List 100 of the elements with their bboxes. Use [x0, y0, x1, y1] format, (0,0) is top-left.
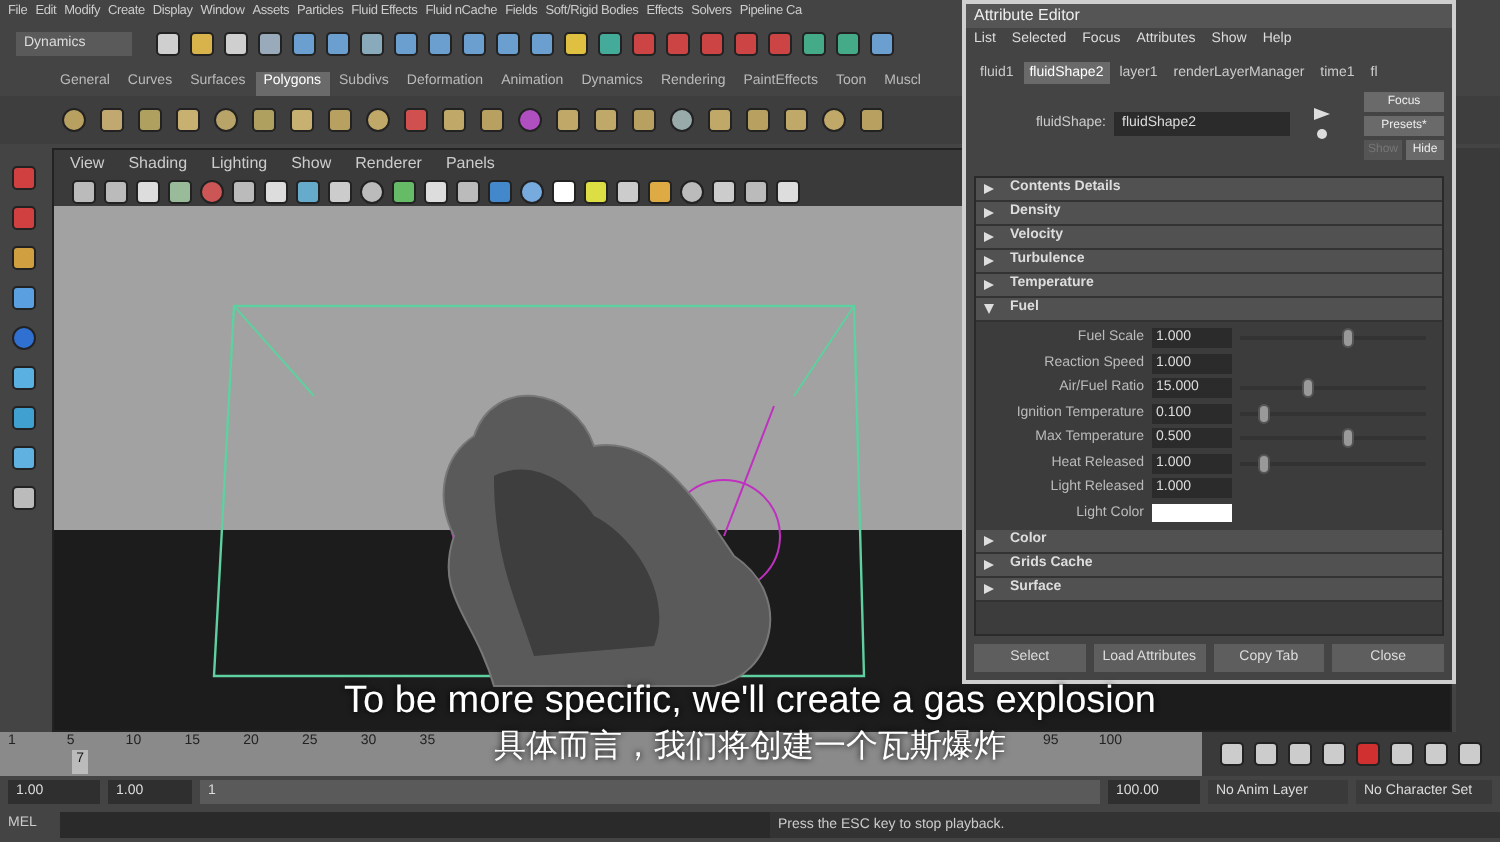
- toolbox-tool-icon[interactable]: [10, 404, 38, 432]
- shelf-tool-icon[interactable]: [60, 106, 88, 134]
- command-input[interactable]: [60, 812, 770, 838]
- viewport-tool-icon[interactable]: [422, 177, 450, 205]
- viewport-tool-icon[interactable]: [454, 177, 482, 205]
- window-title: Attribute Editor: [966, 4, 1452, 28]
- status-tool-icon[interactable]: [392, 30, 420, 58]
- collapsed-triangle-icon: [984, 584, 994, 594]
- shelf-tool-icon[interactable]: [592, 106, 620, 134]
- collapsed-triangle-icon: [984, 184, 994, 194]
- panel-menu-item[interactable]: Shading: [128, 151, 188, 175]
- shelf-tool-icon[interactable]: [250, 106, 278, 134]
- status-tool-icon[interactable]: [460, 30, 488, 58]
- playback-control-icon[interactable]: [1456, 740, 1484, 768]
- status-tool-icon[interactable]: [358, 30, 386, 58]
- viewport-tool-icon[interactable]: [70, 177, 98, 205]
- status-tool-icon[interactable]: [154, 30, 182, 58]
- viewport-tool-icon[interactable]: [710, 177, 738, 205]
- viewport-tool-icon[interactable]: [326, 177, 354, 205]
- shelf-tool-icon[interactable]: [440, 106, 468, 134]
- shelf-tool-icon[interactable]: [402, 106, 430, 134]
- dot-icon[interactable]: [1314, 128, 1330, 140]
- status-tool-icon[interactable]: [256, 30, 284, 58]
- slider-handle[interactable]: [1342, 428, 1355, 449]
- viewport-tool-icon[interactable]: [102, 177, 130, 205]
- status-tool-icon[interactable]: [188, 30, 216, 58]
- shelf-tool-icon[interactable]: [782, 106, 810, 134]
- panel-menu-item[interactable]: Renderer: [355, 151, 422, 175]
- slider-handle[interactable]: [1301, 378, 1314, 399]
- playback-control-icon[interactable]: [1218, 740, 1246, 768]
- shelf-tool-icon[interactable]: [554, 106, 582, 134]
- toolbox-tool-icon[interactable]: [10, 364, 38, 392]
- viewport-tool-icon[interactable]: [742, 177, 770, 205]
- viewport-tool-icon[interactable]: [614, 177, 642, 205]
- collapsed-triangle-icon: [984, 280, 994, 290]
- shelf-tool-icon[interactable]: [364, 106, 392, 134]
- collapsed-triangle-icon: [984, 536, 994, 546]
- viewport-tool-icon[interactable]: [774, 177, 802, 205]
- slider-handle[interactable]: [1258, 453, 1271, 474]
- shelf-tool-icon[interactable]: [326, 106, 354, 134]
- status-tool-icon[interactable]: [426, 30, 454, 58]
- viewport-tool-icon[interactable]: [646, 177, 674, 205]
- status-tool-icon[interactable]: [324, 30, 352, 58]
- viewport-tool-icon[interactable]: [518, 177, 546, 205]
- status-tool-icon[interactable]: [222, 30, 250, 58]
- shelf-tool-icon[interactable]: [98, 106, 126, 134]
- color-swatch[interactable]: [1152, 504, 1232, 523]
- playback-control-icon[interactable]: [1320, 740, 1348, 768]
- status-tool-icon[interactable]: [290, 30, 318, 58]
- status-tool-icon[interactable]: [528, 30, 556, 58]
- toolbox-tool-icon[interactable]: [10, 484, 38, 512]
- status-tool-icon[interactable]: [800, 30, 828, 58]
- shelf-tool-icon[interactable]: [212, 106, 240, 134]
- panel-menu-item[interactable]: Show: [291, 151, 332, 175]
- toolbox-tool-icon[interactable]: [10, 284, 38, 312]
- panel-menu-item[interactable]: Lighting: [211, 151, 268, 175]
- viewport-tool-icon[interactable]: [678, 177, 706, 205]
- viewport-tool-icon[interactable]: [262, 177, 290, 205]
- viewport-tool-icon[interactable]: [358, 177, 386, 205]
- shelf-tool-icon[interactable]: [858, 106, 886, 134]
- shelf-tool-icon[interactable]: [516, 106, 544, 134]
- viewport-tool-icon[interactable]: [294, 177, 322, 205]
- playback-control-icon[interactable]: [1388, 740, 1416, 768]
- playback-control-icon[interactable]: [1252, 740, 1280, 768]
- status-tool-icon[interactable]: [834, 30, 862, 58]
- shelf-tool-icon[interactable]: [478, 106, 506, 134]
- toolbox-tool-icon[interactable]: [10, 204, 38, 232]
- viewport-tool-icon[interactable]: [230, 177, 258, 205]
- toolbox-tool-icon[interactable]: [10, 164, 38, 192]
- shelf-tool-icon[interactable]: [174, 106, 202, 134]
- collapsed-triangle-icon: [984, 208, 994, 218]
- shelf-tool-icon[interactable]: [136, 106, 164, 134]
- toolbox-tool-icon[interactable]: [10, 244, 38, 272]
- toolbox-tool-icon[interactable]: [10, 444, 38, 472]
- shelf-tool-icon[interactable]: [668, 106, 696, 134]
- status-tool-icon[interactable]: [868, 30, 896, 58]
- shelf-tool-icon[interactable]: [288, 106, 316, 134]
- viewport-tool-icon[interactable]: [582, 177, 610, 205]
- collapsed-triangle-icon: [984, 232, 994, 242]
- viewport-tool-icon[interactable]: [390, 177, 418, 205]
- expanded-triangle-icon: [984, 304, 994, 314]
- playback-control-icon[interactable]: [1422, 740, 1450, 768]
- status-tool-icon[interactable]: [596, 30, 624, 58]
- playback-control-icon[interactable]: [1286, 740, 1314, 768]
- slider-handle[interactable]: [1258, 403, 1271, 424]
- panel-menu-item[interactable]: Panels: [445, 151, 495, 175]
- viewport-tool-icon[interactable]: [134, 177, 162, 205]
- subtitle-text: To be more specific, we'll create a gas explosion: [344, 680, 1156, 724]
- arrow-icon[interactable]: [1314, 108, 1330, 120]
- panel-menu-item[interactable]: View: [70, 151, 105, 175]
- status-tool-icon[interactable]: [562, 30, 590, 58]
- shelf-tool-icon[interactable]: [630, 106, 658, 134]
- status-tool-icon[interactable]: [494, 30, 522, 58]
- collapsed-triangle-icon: [984, 560, 994, 570]
- shelf-tool-icon[interactable]: [820, 106, 848, 134]
- viewport-tool-icon[interactable]: [550, 177, 578, 205]
- shelf-tool-icon[interactable]: [706, 106, 734, 134]
- slider-handle[interactable]: [1342, 328, 1355, 349]
- shelf-tool-icon[interactable]: [744, 106, 772, 134]
- viewport-tool-icon[interactable]: [166, 177, 194, 205]
